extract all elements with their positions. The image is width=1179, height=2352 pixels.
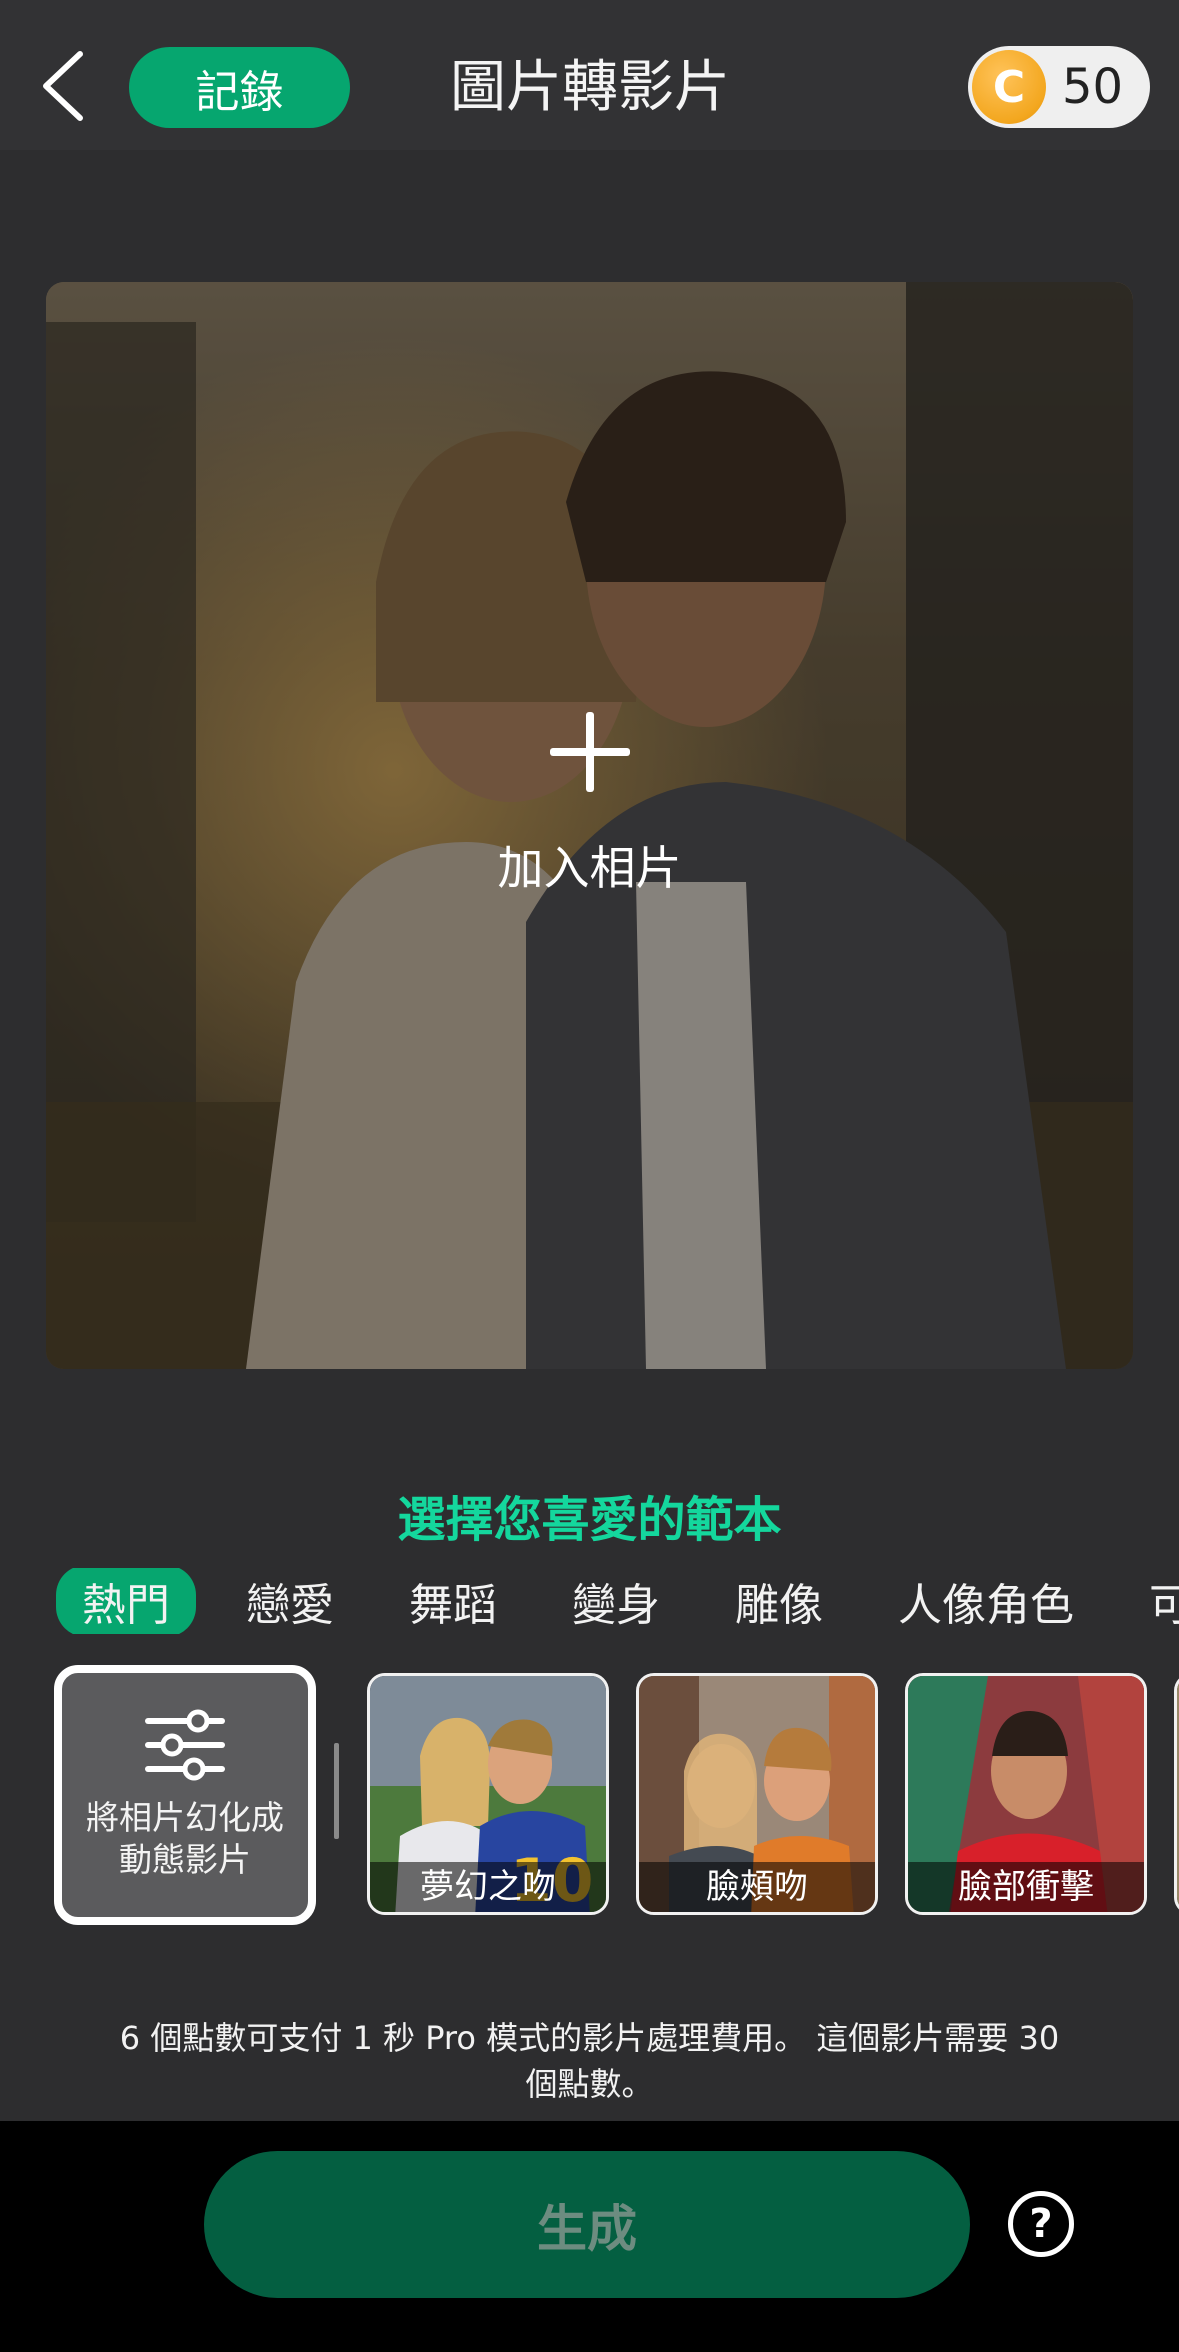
template-section-title: 選擇您喜愛的範本	[397, 1492, 782, 1548]
top-bar: 記錄 圖片轉影片 C 50	[0, 0, 1179, 150]
template-card-face-impact[interactable]: 臉部衝擊	[905, 1673, 1147, 1915]
sliders-icon	[145, 1709, 225, 1781]
custom-template-label-line1: 將相片幻化成	[86, 1798, 284, 1837]
template-carousel[interactable]: 將相片幻化成 動態影片 10 夢幻之吻 臉頰吻	[54, 1665, 1179, 1927]
tab-transform[interactable]: 變身	[572, 1569, 660, 1633]
coin-count: 50	[1062, 59, 1124, 115]
records-button[interactable]: 記錄	[129, 47, 350, 128]
custom-template-label-line2: 動態影片	[119, 1840, 251, 1879]
tab-more-partial[interactable]: 可	[1149, 1569, 1179, 1633]
template-label: 臉部衝擊	[908, 1862, 1144, 1912]
back-button[interactable]	[34, 46, 94, 126]
tab-hot[interactable]: 熱門	[56, 1568, 196, 1634]
tab-portrait-character[interactable]: 人像角色	[898, 1569, 1074, 1633]
plus-icon	[549, 712, 630, 792]
question-mark-icon: ?	[1029, 2201, 1053, 2247]
divider	[334, 1743, 339, 1839]
template-label: 臉頰吻	[639, 1862, 875, 1912]
template-card-cheek-kiss[interactable]: 臉頰吻	[636, 1673, 878, 1915]
template-category-tabs: 熱門 戀愛 舞蹈 變身 雕像 人像角色 可	[56, 1568, 1179, 1634]
add-photo-button[interactable]: 加入相片	[46, 712, 1133, 898]
template-card-partial[interactable]	[1174, 1673, 1179, 1915]
photo-upload-area[interactable]: 加入相片	[46, 282, 1133, 1369]
custom-template-card[interactable]: 將相片幻化成 動態影片	[54, 1665, 316, 1925]
add-photo-label: 加入相片	[497, 841, 682, 895]
coin-balance[interactable]: C 50	[968, 46, 1150, 128]
tab-love[interactable]: 戀愛	[246, 1569, 334, 1633]
credit-info-line2: 個點數。	[525, 2065, 654, 2103]
template-card-dream-kiss[interactable]: 10 夢幻之吻	[367, 1673, 609, 1915]
template-label: 夢幻之吻	[370, 1862, 606, 1912]
coin-icon: C	[972, 50, 1046, 124]
help-button[interactable]: ?	[1008, 2191, 1074, 2257]
generate-button[interactable]: 生成	[204, 2151, 970, 2298]
bottom-action-bar: 生成 ?	[0, 2121, 1179, 2352]
tab-statue[interactable]: 雕像	[735, 1569, 823, 1633]
page-title: 圖片轉影片	[450, 55, 730, 120]
chevron-left-icon	[43, 51, 83, 121]
tab-dance[interactable]: 舞蹈	[409, 1569, 497, 1633]
credit-info-text: 6 個點數可支付 1 秒 Pro 模式的影片處理費用。 這個影片需要 30 個點…	[90, 2015, 1089, 2107]
credit-info-line1: 6 個點數可支付 1 秒 Pro 模式的影片處理費用。 這個影片需要 30	[119, 2019, 1060, 2057]
